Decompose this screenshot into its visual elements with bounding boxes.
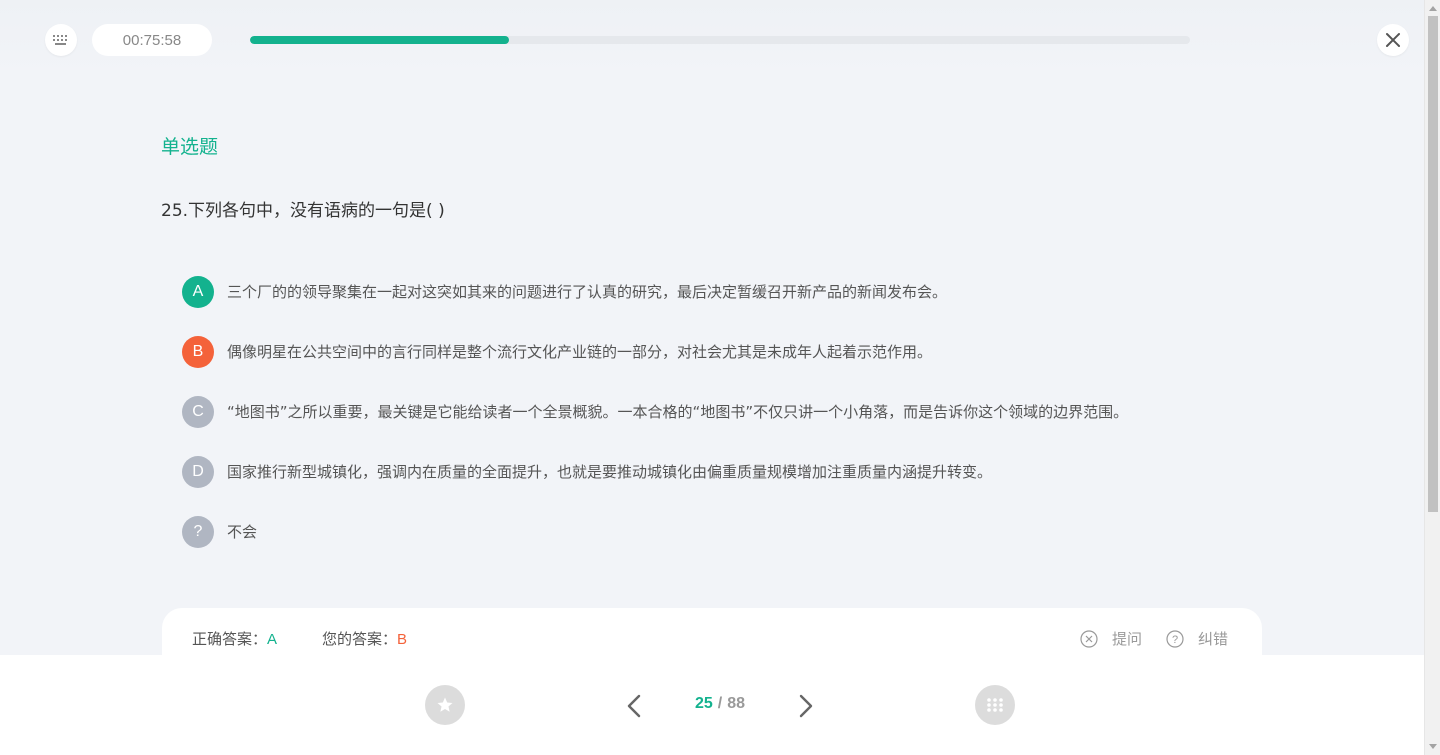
ask-icon (1080, 629, 1098, 648)
question-type: 单选题 (161, 136, 219, 158)
report-error-button[interactable]: ? 纠错 (1166, 628, 1228, 649)
scroll-up-arrow[interactable] (1425, 0, 1440, 16)
question-grid-button[interactable] (975, 685, 1015, 725)
ask-label: 提问 (1112, 630, 1143, 648)
question-text: 25.下列各句中，没有语病的一句是( ) (161, 201, 445, 221)
option-text: 不会 (227, 523, 258, 541)
my-answer-label: 您的答案： (322, 630, 398, 648)
keyboard-icon (53, 35, 67, 45)
my-answer: 您的答案：B (322, 628, 407, 649)
star-icon (437, 697, 453, 712)
option-text: 国家推行新型城镇化，强调内在质量的全面提升，也就是要推动城镇化由偏重质量规模增加… (227, 463, 993, 481)
favorite-button[interactable] (425, 685, 465, 725)
page-separator: / (717, 695, 723, 712)
option-list: A 三个厂的的领导聚集在一起对这突如其来的问题进行了认真的研究，最后决定暂缓召开… (182, 276, 1242, 576)
option-b[interactable]: B 偶像明星在公共空间中的言行同样是整个流行文化产业链的一部分，对社会尤其是未成… (182, 336, 1242, 396)
option-text: 三个厂的的领导聚集在一起对这突如其来的问题进行了认真的研究，最后决定暂缓召开新产… (227, 283, 948, 301)
previous-question-button[interactable] (622, 693, 646, 719)
question-mark-icon: ? (182, 516, 214, 548)
option-c[interactable]: C “地图书”之所以重要，最关键是它能给读者一个全景概貌。一本合格的“地图书”不… (182, 396, 1242, 456)
triangle-down-icon (1429, 744, 1437, 749)
page-indicator: 25/88 (660, 695, 780, 713)
svg-text:?: ? (1172, 634, 1178, 646)
report-error-label: 纠错 (1198, 630, 1229, 648)
close-button[interactable] (1377, 24, 1409, 56)
option-d[interactable]: D 国家推行新型城镇化，强调内在质量的全面提升，也就是要推动城镇化由偏重质量规模… (182, 456, 1242, 516)
bottom-bar: 25/88 (0, 655, 1424, 755)
answer-sheet-button[interactable] (45, 24, 77, 56)
option-a[interactable]: A 三个厂的的领导聚集在一起对这突如其来的问题进行了认真的研究，最后决定暂缓召开… (182, 276, 1242, 336)
scroll-thumb[interactable] (1428, 16, 1438, 512)
scrollbar[interactable] (1424, 0, 1440, 755)
triangle-up-icon (1429, 6, 1437, 11)
my-answer-value: B (397, 631, 408, 648)
close-icon (1386, 33, 1400, 47)
top-bar: 00:75:58 (0, 0, 1424, 78)
correct-answer-value: A (267, 631, 278, 648)
progress-fill (250, 36, 509, 44)
option-letter-badge: A (182, 276, 214, 308)
option-letter-badge: C (182, 396, 214, 428)
next-question-button[interactable] (794, 693, 818, 719)
chevron-left-icon (627, 694, 641, 718)
current-question-number: 25 (694, 695, 713, 712)
option-text: “地图书”之所以重要，最关键是它能给读者一个全景概貌。一本合格的“地图书”不仅只… (227, 403, 1129, 421)
total-question-count: 88 (727, 695, 746, 712)
option-letter-badge: B (182, 336, 214, 368)
option-text: 偶像明星在公共空间中的言行同样是整个流行文化产业链的一部分，对社会尤其是未成年人… (227, 343, 933, 361)
option-letter-badge: D (182, 456, 214, 488)
timer: 00:75:58 (92, 24, 212, 56)
progress-bar (250, 36, 1190, 44)
correct-answer-label: 正确答案： (192, 630, 268, 648)
correct-answer: 正确答案：A (192, 628, 277, 649)
grid-icon (987, 698, 1003, 712)
scroll-down-arrow[interactable] (1425, 739, 1440, 755)
chevron-right-icon (799, 694, 813, 718)
exam-page: 00:75:58 单选题 25.下列各句中，没有语病的一句是( ) A 三个厂的… (0, 0, 1424, 755)
ask-button[interactable]: 提问 (1080, 628, 1142, 649)
help-icon: ? (1166, 629, 1184, 648)
option-dont-know[interactable]: ? 不会 (182, 516, 1242, 576)
